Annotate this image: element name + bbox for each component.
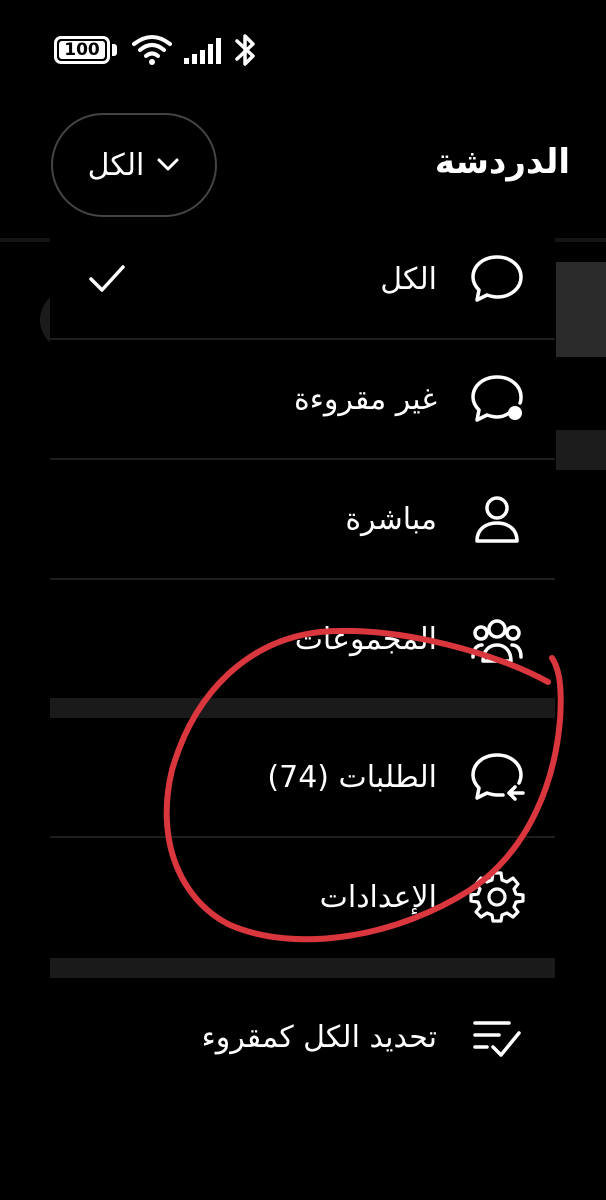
menu-item-label: مباشرة: [345, 501, 437, 537]
person-icon: [475, 496, 519, 543]
menu-item-label: الطلبات (74): [267, 759, 437, 795]
check-icon: [89, 265, 125, 292]
filter-dropdown-button[interactable]: الكل: [51, 113, 217, 217]
gear-icon: [469, 871, 525, 923]
menu-item-requests[interactable]: الطلبات (74): [50, 718, 555, 836]
chevron-down-icon: [157, 158, 179, 171]
background-chat-preview: [556, 262, 606, 357]
menu-item-unread[interactable]: غير مقروءة: [50, 340, 555, 458]
status-bar: 100: [0, 0, 606, 100]
menu-item-label: الإعدادات: [319, 879, 437, 915]
menu-item-groups[interactable]: المجموعات: [50, 580, 555, 698]
battery-tip: [112, 44, 117, 56]
battery-icon: 100: [54, 36, 110, 64]
menu-item-label: تحديد الكل كمقروء: [201, 1019, 437, 1055]
chat-bubble-icon: [471, 255, 523, 302]
group-icon: [471, 619, 523, 663]
background-chat-preview: [556, 430, 606, 470]
signal-icon: [184, 38, 221, 64]
menu-item-direct[interactable]: مباشرة: [50, 460, 555, 578]
menu-item-label: الكل: [380, 261, 437, 297]
bluetooth-icon: [235, 34, 255, 66]
battery-level: 100: [64, 40, 100, 60]
menu-item-mark-all-read[interactable]: تحديد الكل كمقروء: [50, 978, 555, 1096]
filter-menu: الكل غير مقروءة مباشرة المجموعات الطلبات…: [50, 220, 555, 1100]
menu-item-settings[interactable]: الإعدادات: [50, 838, 555, 956]
page-title: الدردشة: [434, 142, 570, 182]
menu-section-separator: [50, 958, 555, 978]
wifi-icon: [132, 35, 172, 65]
mark-all-read-icon: [473, 1021, 521, 1057]
menu-item-all[interactable]: الكل: [50, 220, 555, 338]
chat-unread-icon: [471, 375, 523, 422]
chat-request-icon: [471, 753, 525, 801]
menu-item-label: غير مقروءة: [294, 381, 437, 417]
menu-item-label: المجموعات: [294, 621, 437, 657]
menu-section-separator: [50, 698, 555, 718]
filter-label: الكل: [87, 147, 145, 183]
